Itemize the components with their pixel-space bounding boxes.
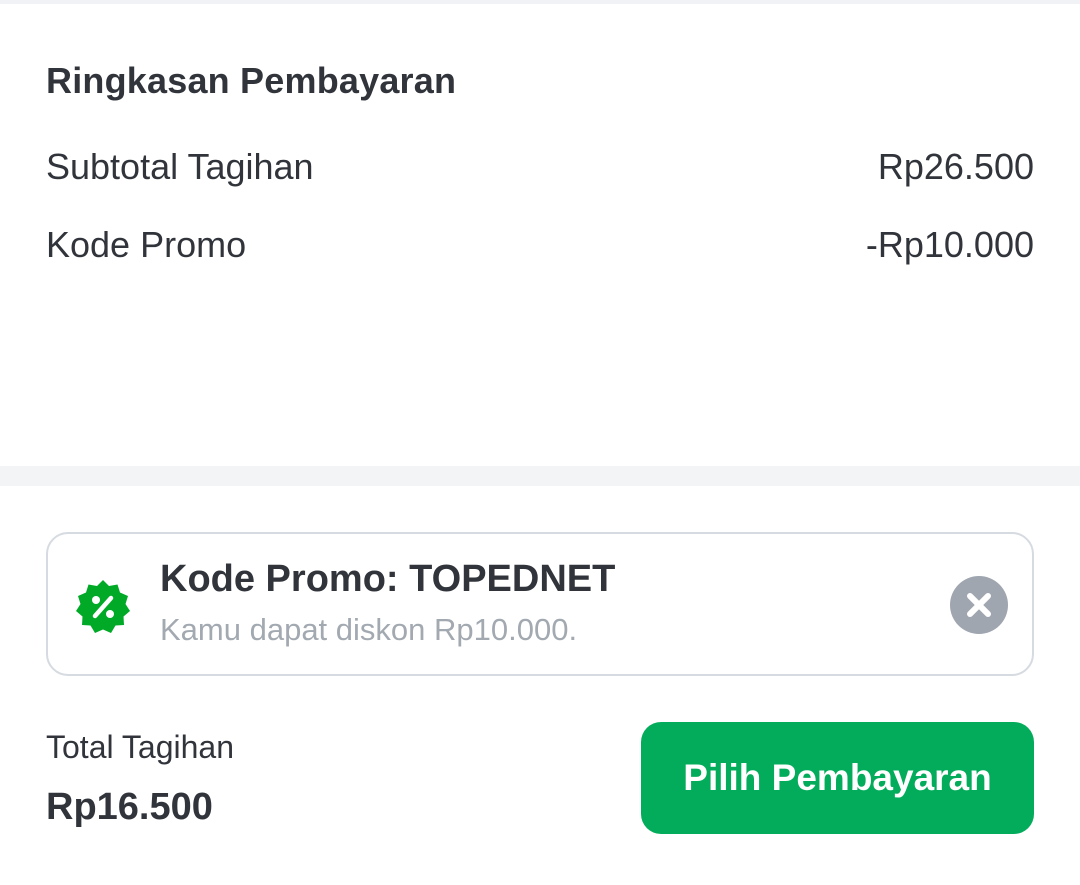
promo-code-title: Kode Promo: TOPEDNET [160,558,616,600]
payment-summary: Ringkasan Pembayaran Subtotal Tagihan Rp… [0,4,1080,484]
subtotal-value: Rp26.500 [877,146,1034,187]
checkout-footer: Kode Promo: TOPEDNET Kamu dapat diskon R… [0,486,1080,885]
applied-promo-card[interactable]: Kode Promo: TOPEDNET Kamu dapat diskon R… [46,532,1034,676]
remove-promo-button[interactable] [950,576,1008,634]
total-label: Total Tagihan [46,729,234,765]
choose-payment-button[interactable]: Pilih Pembayaran [641,722,1034,834]
promo-code-description: Kamu dapat diskon Rp10.000. [160,612,578,647]
promo-discount-value: -Rp10.000 [865,224,1034,265]
subtotal-label: Subtotal Tagihan [46,146,314,187]
promo-discount-row: Kode Promo -Rp10.000 [46,223,1034,267]
subtotal-row: Subtotal Tagihan Rp26.500 [46,145,1034,189]
promo-discount-label: Kode Promo [46,224,247,265]
discount-badge-icon [74,578,132,636]
summary-title: Ringkasan Pembayaran [46,60,457,101]
total-value: Rp16.500 [46,786,213,828]
close-circle-icon [967,593,991,617]
section-divider [0,466,1080,486]
